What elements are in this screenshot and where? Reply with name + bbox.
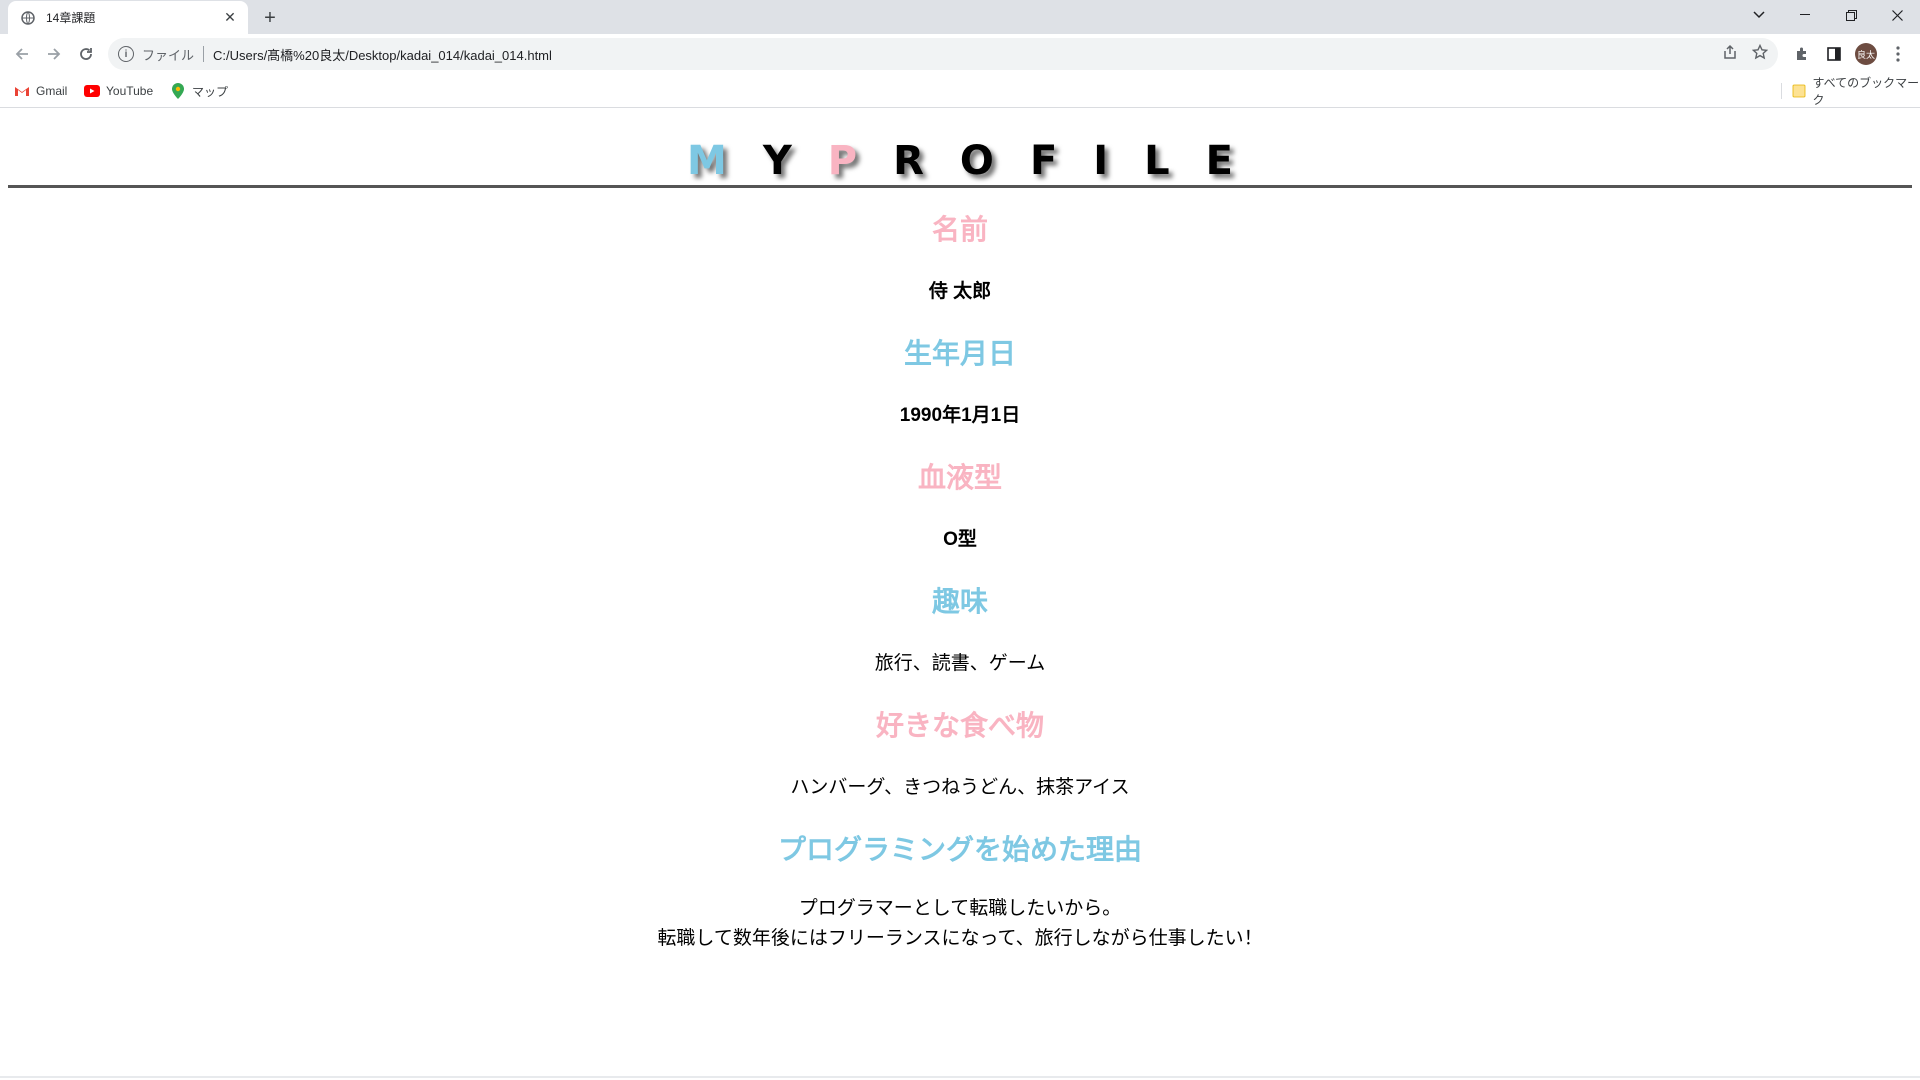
logo-letter: F bbox=[1029, 138, 1058, 184]
logo-letter: L bbox=[1144, 138, 1170, 184]
maps-icon bbox=[170, 83, 186, 99]
page-viewport: MYPROFILE 名前侍 太郎生年月日 1990年1月1日血液型 O型趣味旅行、読… bbox=[0, 108, 1920, 1078]
side-panel-icon[interactable] bbox=[1822, 42, 1846, 66]
reload-icon[interactable] bbox=[72, 40, 100, 68]
bookmark-label: Gmail bbox=[36, 84, 68, 98]
all-bookmarks[interactable]: すべてのブックマーク bbox=[1792, 76, 1920, 107]
minimize-icon[interactable] bbox=[1782, 0, 1828, 30]
horizontal-scrollbar bbox=[0, 1076, 1920, 1078]
profile-sections: 名前侍 太郎生年月日 1990年1月1日血液型 O型趣味旅行、読書、ゲーム好きな食べ… bbox=[0, 198, 1920, 954]
section-title: 好きな食べ物 bbox=[875, 710, 1044, 741]
logo-letter: Y bbox=[762, 138, 792, 184]
section-body-line: プログラマーとして転職したいから。 bbox=[798, 898, 1122, 919]
browser-toolbar: i ファイル C:/Users/髙橋%20良太/Desktop/kadai_01… bbox=[0, 34, 1920, 74]
section-body: ハンバーグ、きつねうどん、抹茶アイス bbox=[0, 758, 1920, 818]
bookmark-maps[interactable]: マップ bbox=[170, 82, 228, 100]
omnibox-divider bbox=[203, 46, 205, 62]
address-bar[interactable]: i ファイル C:/Users/髙橋%20良太/Desktop/kadai_01… bbox=[108, 38, 1778, 70]
restore-icon[interactable] bbox=[1828, 0, 1874, 30]
bookmark-gmail[interactable]: Gmail bbox=[14, 82, 67, 100]
logo-letter: P bbox=[827, 138, 858, 184]
section-title: プログラミングを始めた理由 bbox=[777, 834, 1142, 865]
my-profile-logo: MYPROFILE bbox=[8, 138, 1912, 184]
logo-letter: O bbox=[959, 138, 994, 184]
omnibox-actions bbox=[1722, 38, 1769, 70]
logo-letter: R bbox=[893, 138, 924, 184]
bookmarks-bar: Gmail YouTube マップ すべてのブックマーク bbox=[0, 74, 1920, 108]
logo-letter: M bbox=[687, 138, 727, 184]
section-body-line: 侍 太郎 bbox=[928, 281, 992, 302]
tab-search-icon[interactable] bbox=[1736, 0, 1782, 30]
close-tab-icon[interactable]: ✕ bbox=[220, 8, 240, 28]
file-scheme-label: ファイル bbox=[142, 47, 195, 63]
forward-icon[interactable] bbox=[40, 40, 68, 68]
avatar: 良太 bbox=[1855, 43, 1877, 65]
section-title: 趣味 bbox=[931, 586, 988, 617]
menu-kebab-icon[interactable] bbox=[1886, 42, 1910, 66]
bookmark-star-icon[interactable] bbox=[1751, 43, 1769, 64]
bookmark-youtube[interactable]: YouTube bbox=[84, 82, 153, 100]
close-window-icon[interactable] bbox=[1874, 0, 1920, 30]
profile-avatar[interactable]: 良太 bbox=[1854, 42, 1878, 66]
share-icon[interactable] bbox=[1722, 44, 1738, 64]
section-body: O型 bbox=[0, 510, 1920, 570]
new-tab-button[interactable]: + bbox=[258, 6, 282, 30]
gmail-icon bbox=[14, 84, 30, 98]
logo-letter: E bbox=[1205, 138, 1233, 184]
bookmark-label: マップ bbox=[192, 84, 229, 99]
section-title: 生年月日 bbox=[903, 338, 1016, 369]
section-body-line: ハンバーグ、きつねうどん、抹茶アイス bbox=[790, 777, 1130, 798]
section-body: 侍 太郎 bbox=[0, 262, 1920, 322]
section-body: プログラマーとして転職したいから。転職して数年後にはフリーランスになって、旅行し… bbox=[0, 882, 1920, 954]
back-icon[interactable] bbox=[8, 40, 36, 68]
globe-icon bbox=[20, 10, 36, 26]
section-body-line: O型 bbox=[943, 529, 977, 550]
section-title: 名前 bbox=[931, 214, 988, 245]
section-title: 血液型 bbox=[917, 462, 1002, 493]
url-text[interactable]: C:/Users/髙橋%20良太/Desktop/kadai_014/kadai… bbox=[213, 45, 552, 64]
browser-tab[interactable]: 14章課題 ✕ bbox=[8, 1, 248, 34]
bookmarks-divider bbox=[1781, 83, 1782, 99]
bookmark-label: YouTube bbox=[106, 84, 154, 98]
youtube-icon bbox=[84, 84, 100, 98]
all-bookmarks-label: すべてのブックマーク bbox=[1812, 76, 1920, 107]
section-body: 1990年1月1日 bbox=[0, 386, 1920, 446]
info-icon[interactable]: i bbox=[118, 46, 134, 62]
profile-header: MYPROFILE bbox=[8, 128, 1912, 188]
logo-letter: I bbox=[1093, 138, 1109, 184]
section-body-line: 1990年1月1日 bbox=[899, 405, 1021, 426]
section-body-line: 旅行、読書、ゲーム bbox=[874, 653, 1046, 674]
tab-strip: 14章課題 ✕ + bbox=[0, 0, 1920, 34]
tab-title: 14章課題 bbox=[46, 11, 96, 25]
extensions-icon[interactable] bbox=[1790, 42, 1814, 66]
section-body: 旅行、読書、ゲーム bbox=[0, 634, 1920, 694]
folder-icon bbox=[1792, 84, 1807, 98]
section-body-line: 転職して数年後にはフリーランスになって、旅行しながら仕事したい！ bbox=[657, 928, 1263, 949]
